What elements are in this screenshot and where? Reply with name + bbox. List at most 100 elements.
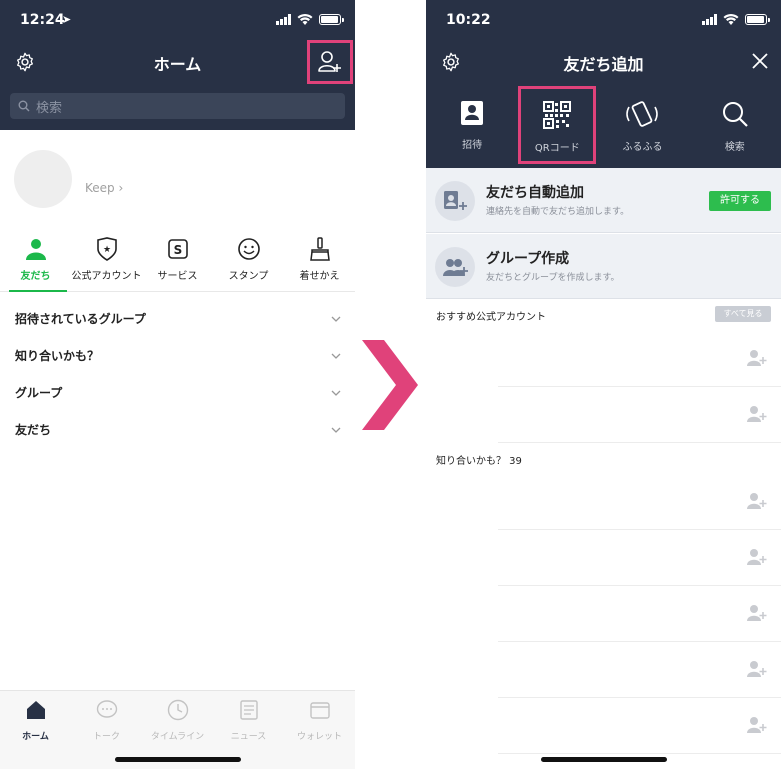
chevron-down-icon <box>331 353 341 359</box>
home-screen: 12:24 ➤ ホーム 検索 Keep › 友だち ★ 公式アカウント S サー… <box>0 0 355 769</box>
tab-friends[interactable]: 友だち <box>0 232 71 292</box>
home-header: ホーム <box>0 40 355 84</box>
tab-themes[interactable]: 着せかえ <box>284 232 355 291</box>
add-friend-icon[interactable] <box>747 548 767 566</box>
maybe-know-label: 知り合いかも？ 39 <box>436 456 522 467</box>
add-friend-button[interactable] <box>307 40 353 84</box>
battery-icon <box>745 14 770 25</box>
tab-label: 公式アカウント <box>71 271 142 282</box>
auto-add-title: 友だち自動追加 <box>486 185 584 201</box>
section-label: グループ <box>15 386 63 400</box>
section-label: 友だち <box>15 423 52 437</box>
search-icon <box>722 102 748 127</box>
qr-code-icon <box>543 101 572 129</box>
section-invited-groups[interactable]: 招待されているグループ <box>0 300 355 337</box>
section-groups[interactable]: グループ <box>0 374 355 411</box>
auto-add-row[interactable]: 友だち自動追加 連絡先を自動で友だち追加します。 許可する <box>426 168 781 233</box>
nav-wallet[interactable]: ウォレット <box>284 691 355 769</box>
search-bar: 検索 <box>0 84 355 130</box>
list-item[interactable] <box>498 531 781 586</box>
shield-star-icon: ★ <box>96 237 117 261</box>
search-placeholder: 検索 <box>36 100 63 116</box>
avatar[interactable] <box>14 150 72 208</box>
section-label: 知り合いかも？ <box>15 349 100 363</box>
shake-button[interactable]: ふるふる <box>596 84 688 168</box>
section-maybe-know[interactable]: 知り合いかも？ <box>0 337 355 374</box>
contact-book-icon <box>461 101 484 125</box>
page-title: 友だち追加 <box>563 55 644 74</box>
home-tabs: 友だち ★ 公式アカウント S サービス スタンプ 着せかえ <box>0 232 355 292</box>
keep-link[interactable]: Keep › <box>85 181 123 195</box>
search-input[interactable]: 検索 <box>10 93 345 119</box>
nav-home[interactable]: ホーム <box>0 691 71 769</box>
list-item[interactable] <box>498 388 781 443</box>
close-icon[interactable] <box>749 50 771 72</box>
shake-phone-icon <box>626 101 659 127</box>
list-item[interactable] <box>498 643 781 698</box>
allow-button[interactable]: 許可する <box>709 191 771 211</box>
chevron-down-icon <box>331 390 341 396</box>
add-friend-header: 友だち追加 <box>426 40 781 84</box>
add-friend-icon[interactable] <box>747 716 767 734</box>
tab-services[interactable]: S サービス <box>142 232 213 291</box>
group-icon <box>435 247 475 287</box>
nav-label: ニュース <box>230 732 267 742</box>
signal-icon <box>276 14 291 25</box>
section-label: 招待されているグループ <box>15 312 146 326</box>
status-time: 10:22 <box>446 12 491 28</box>
next-step-arrow-icon <box>362 340 418 430</box>
nav-label: ホーム <box>22 732 49 742</box>
auto-add-subtitle: 連絡先を自動で友だち追加します。 <box>486 207 630 217</box>
status-time: 12:24 <box>20 12 65 28</box>
tab-stickers[interactable]: スタンプ <box>213 232 284 291</box>
bottom-navigation: ホーム トーク タイムライン ニュース ウォレット <box>0 690 355 769</box>
invite-button[interactable]: 招待 <box>426 84 518 168</box>
service-s-icon: S <box>167 239 188 259</box>
home-indicator <box>114 757 241 762</box>
tab-official-accounts[interactable]: ★ 公式アカウント <box>71 232 142 291</box>
list-item[interactable] <box>498 475 781 530</box>
keep-label: Keep <box>85 181 115 195</box>
create-group-subtitle: 友だちとグループを作成します。 <box>486 273 620 283</box>
battery-icon <box>319 14 344 25</box>
auto-add-icon <box>435 181 475 221</box>
qr-code-button[interactable]: QRコード <box>518 86 597 164</box>
qr-code-label: QRコード <box>534 143 580 154</box>
nav-label: タイムライン <box>150 732 205 742</box>
signal-icon <box>702 14 717 25</box>
tab-label: スタンプ <box>228 271 269 282</box>
create-group-row[interactable]: グループ作成 友だちとグループを作成します。 <box>426 234 781 299</box>
person-icon <box>25 239 46 260</box>
svg-text:S: S <box>173 243 182 257</box>
add-friend-screen: 10:22 友だち追加 招待 QRコード ふるふる 検索 友だち自動追加 連絡先… <box>426 0 781 769</box>
add-friend-icon[interactable] <box>747 349 767 367</box>
smiley-icon <box>237 238 260 260</box>
invite-label: 招待 <box>462 140 483 151</box>
create-group-title: グループ作成 <box>486 251 570 267</box>
add-method-row: 招待 QRコード ふるふる 検索 <box>426 84 781 168</box>
add-friend-icon[interactable] <box>747 604 767 622</box>
see-all-button[interactable]: すべて見る <box>715 306 771 322</box>
section-friends[interactable]: 友だち <box>0 411 355 448</box>
location-arrow-icon: ➤ <box>62 13 72 26</box>
add-friend-icon[interactable] <box>747 660 767 678</box>
add-friend-icon <box>318 51 341 72</box>
home-indicator <box>540 757 667 762</box>
list-item[interactable] <box>498 587 781 642</box>
status-bar: 10:22 <box>426 0 781 40</box>
official-accounts-label: おすすめ公式アカウント <box>436 312 546 323</box>
add-friend-icon[interactable] <box>747 492 767 510</box>
tab-label: 着せかえ <box>299 271 340 282</box>
add-friend-icon[interactable] <box>747 405 767 423</box>
search-button[interactable]: 検索 <box>689 84 781 168</box>
chat-bubble-icon <box>96 700 117 718</box>
svg-text:★: ★ <box>102 245 110 255</box>
friend-sections: 招待されているグループ 知り合いかも？ グループ 友だち <box>0 300 355 448</box>
tab-label: サービス <box>157 271 198 282</box>
list-item[interactable] <box>498 332 781 387</box>
list-item[interactable] <box>498 699 781 754</box>
search-icon <box>18 100 30 112</box>
page-title: ホーム <box>153 55 202 74</box>
tab-label: 友だち <box>20 271 51 282</box>
chevron-right-icon: › <box>118 181 124 195</box>
